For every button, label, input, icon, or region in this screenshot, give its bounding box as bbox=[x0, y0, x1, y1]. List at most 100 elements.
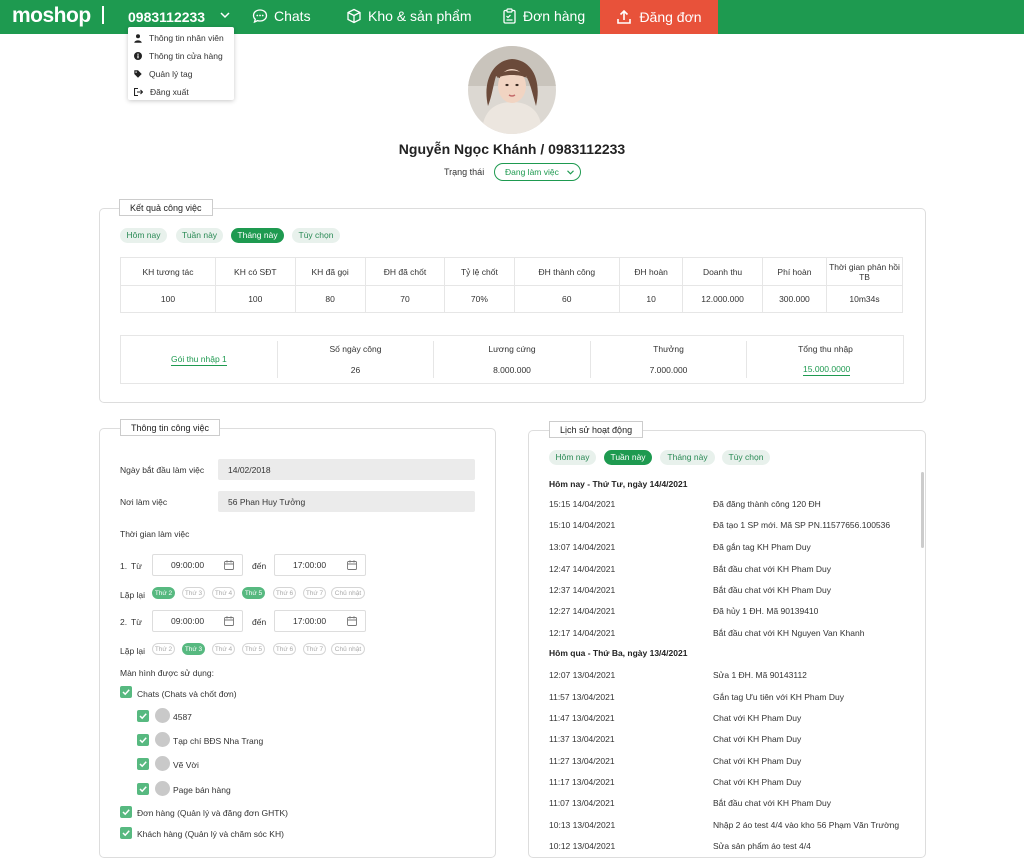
income-package-link[interactable]: Gói thu nhập 1 bbox=[171, 354, 227, 366]
post-order-button[interactable]: Đăng đơn bbox=[600, 0, 718, 34]
repeat-day-chip[interactable]: Chủ nhật bbox=[331, 643, 365, 655]
start-date-label: Ngày bắt đầu làm việc bbox=[120, 465, 205, 475]
repeat-day-chip[interactable]: Thứ 3 bbox=[182, 643, 205, 655]
col-header: ĐH đã chốt bbox=[364, 257, 446, 286]
repeat-day-chip[interactable]: Thứ 4 bbox=[212, 643, 235, 655]
income-value: 7.000.000 bbox=[649, 365, 688, 375]
chevron-down-icon[interactable] bbox=[220, 12, 230, 19]
activity-description: Chat với KH Pham Duy bbox=[713, 777, 802, 787]
table-cell: 300.000 bbox=[761, 285, 828, 313]
check-icon bbox=[139, 713, 147, 720]
chats-checkbox[interactable] bbox=[120, 686, 132, 698]
repeat-day-chip[interactable]: Thứ 2 bbox=[152, 643, 175, 655]
repeat-day-chip[interactable]: Thứ 7 bbox=[303, 643, 326, 655]
repeat-day-chip[interactable]: Thứ 3 bbox=[182, 587, 205, 599]
status-value: Đang làm việc bbox=[505, 167, 559, 177]
activity-time: 11:57 13/04/2021 bbox=[549, 692, 615, 702]
col-header: ĐH thành công bbox=[513, 257, 621, 286]
income-value: 26 bbox=[350, 365, 361, 375]
activity-time: 12:47 14/04/2021 bbox=[549, 564, 616, 574]
check-icon bbox=[139, 737, 147, 744]
activity-description: Gắn tag Ưu tiên với KH Pham Duy bbox=[713, 692, 844, 702]
nav-orders-label: Đơn hàng bbox=[523, 8, 586, 24]
repeat-day-chip[interactable]: Thứ 6 bbox=[273, 643, 296, 655]
shift1-from-input[interactable]: 09:00:00 bbox=[152, 554, 243, 576]
repeat-day-chip[interactable]: Thứ 5 bbox=[242, 587, 265, 599]
activity-description: Sửa sản phẩm áo test 4/4 bbox=[713, 841, 811, 851]
check-icon bbox=[122, 809, 130, 816]
activity-filter-today[interactable]: Hôm nay bbox=[549, 450, 596, 465]
menu-item-label: Đăng xuất bbox=[150, 87, 189, 97]
activity-time: 10:12 13/04/2021 bbox=[549, 841, 616, 851]
activity-day-heading: Hôm qua - Thứ Ba, ngày 13/4/2021 bbox=[549, 648, 688, 658]
menu-item-store-info[interactable]: Thông tin cửa hàng bbox=[128, 47, 234, 65]
work-info-title: Thông tin công việc bbox=[120, 419, 221, 436]
col-header: Doanh thu bbox=[682, 257, 763, 286]
repeat-day-chip[interactable]: Chủ nhật bbox=[331, 587, 365, 599]
repeat-day-chip[interactable]: Thứ 7 bbox=[303, 587, 326, 599]
page-checkbox[interactable] bbox=[137, 710, 149, 722]
logout-icon bbox=[134, 88, 143, 96]
page-checkbox[interactable] bbox=[137, 758, 149, 770]
orders-checkbox[interactable] bbox=[120, 806, 132, 818]
shift2-from-input[interactable]: 09:00:00 bbox=[152, 610, 243, 632]
shift1-from-value: 09:00:00 bbox=[171, 560, 205, 570]
status-select[interactable]: Đang làm việc bbox=[494, 163, 581, 181]
menu-item-staff-info[interactable]: Thông tin nhân viên bbox=[128, 29, 234, 47]
chats-permission-label: Chats (Chats và chốt đơn) bbox=[137, 689, 237, 699]
activity-time: 15:10 14/04/2021 bbox=[549, 520, 616, 530]
calendar-icon bbox=[224, 560, 234, 570]
income-header: Số ngày công bbox=[329, 344, 382, 354]
work-time-label: Thời gian làm việc bbox=[120, 529, 190, 539]
brand-logo[interactable]: moshop bbox=[12, 4, 91, 28]
repeat-day-chip[interactable]: Thứ 4 bbox=[212, 587, 235, 599]
page-name: Vẽ Vời bbox=[173, 760, 199, 770]
info-icon bbox=[134, 52, 142, 60]
results-filter-today[interactable]: Hôm nay bbox=[120, 228, 167, 243]
col-header: KH tương tác bbox=[120, 257, 216, 286]
income-panel bbox=[120, 335, 904, 384]
workplace-field[interactable]: 56 Phan Huy Tưởng bbox=[218, 491, 475, 512]
repeat-day-chip[interactable]: Thứ 6 bbox=[273, 587, 296, 599]
customers-checkbox[interactable] bbox=[120, 827, 132, 839]
nav-chats[interactable]: Chats bbox=[252, 8, 311, 24]
shift2-from-value: 09:00:00 bbox=[171, 616, 205, 626]
repeat-day-chip[interactable]: Thứ 2 bbox=[152, 587, 175, 599]
income-total-link[interactable]: 15.000.0000 bbox=[803, 364, 851, 376]
page-checkbox[interactable] bbox=[137, 783, 149, 795]
activity-time: 10:13 13/04/2021 bbox=[549, 820, 616, 830]
activity-description: Đã gắn tag KH Pham Duy bbox=[713, 542, 811, 552]
activity-time: 12:17 14/04/2021 bbox=[549, 628, 616, 638]
shift2-to-input[interactable]: 17:00:00 bbox=[274, 610, 366, 632]
table-cell: 100 bbox=[120, 285, 216, 313]
activity-filter-week[interactable]: Tuần này bbox=[604, 450, 652, 465]
from-label: Từ bbox=[131, 617, 142, 627]
results-filter-month[interactable]: Tháng này bbox=[231, 228, 284, 243]
menu-item-logout[interactable]: Đăng xuất bbox=[128, 83, 234, 101]
results-filter-custom[interactable]: Tùy chọn bbox=[292, 228, 340, 243]
activity-filter-custom[interactable]: Tùy chọn bbox=[722, 450, 770, 465]
nav-inventory[interactable]: Kho & sản phẩm bbox=[346, 8, 472, 24]
results-filter-week[interactable]: Tuần này bbox=[176, 228, 223, 243]
page-checkbox[interactable] bbox=[137, 734, 149, 746]
activity-description: Nhập 2 áo test 4/4 vào kho 56 Phạm Văn T… bbox=[713, 820, 900, 830]
account-phone[interactable]: 0983112233 bbox=[128, 9, 205, 25]
activity-description: Bắt đầu chat với KH Pham Duy bbox=[713, 564, 832, 574]
activity-time: 11:47 13/04/2021 bbox=[549, 713, 615, 723]
activity-scrollbar[interactable] bbox=[921, 472, 924, 548]
start-date-field[interactable]: 14/02/2018 bbox=[218, 459, 475, 480]
results-header-row: KH tương tác KH có SĐT KH đã gọi ĐH đã c… bbox=[120, 257, 903, 286]
nav-orders[interactable]: Đơn hàng bbox=[502, 8, 585, 24]
repeat-day-chip[interactable]: Thứ 5 bbox=[242, 643, 265, 655]
activity-day-heading: Hôm nay - Thứ Tư, ngày 14/4/2021 bbox=[549, 479, 688, 489]
to-label: đến bbox=[252, 561, 267, 571]
account-dropdown: Thông tin nhân viên Thông tin cửa hàng Q… bbox=[128, 27, 234, 100]
activity-description: Đã đăng thành công 120 ĐH bbox=[713, 499, 821, 509]
shift1-to-input[interactable]: 17:00:00 bbox=[274, 554, 366, 576]
repeat-label: Lặp lại bbox=[120, 646, 146, 656]
income-header: Tổng thu nhập bbox=[798, 344, 853, 354]
calendar-icon bbox=[224, 616, 234, 626]
activity-filter-month[interactable]: Tháng này bbox=[660, 450, 715, 465]
page-avatar bbox=[155, 708, 170, 723]
menu-item-tag-management[interactable]: Quản lý tag bbox=[128, 65, 234, 83]
